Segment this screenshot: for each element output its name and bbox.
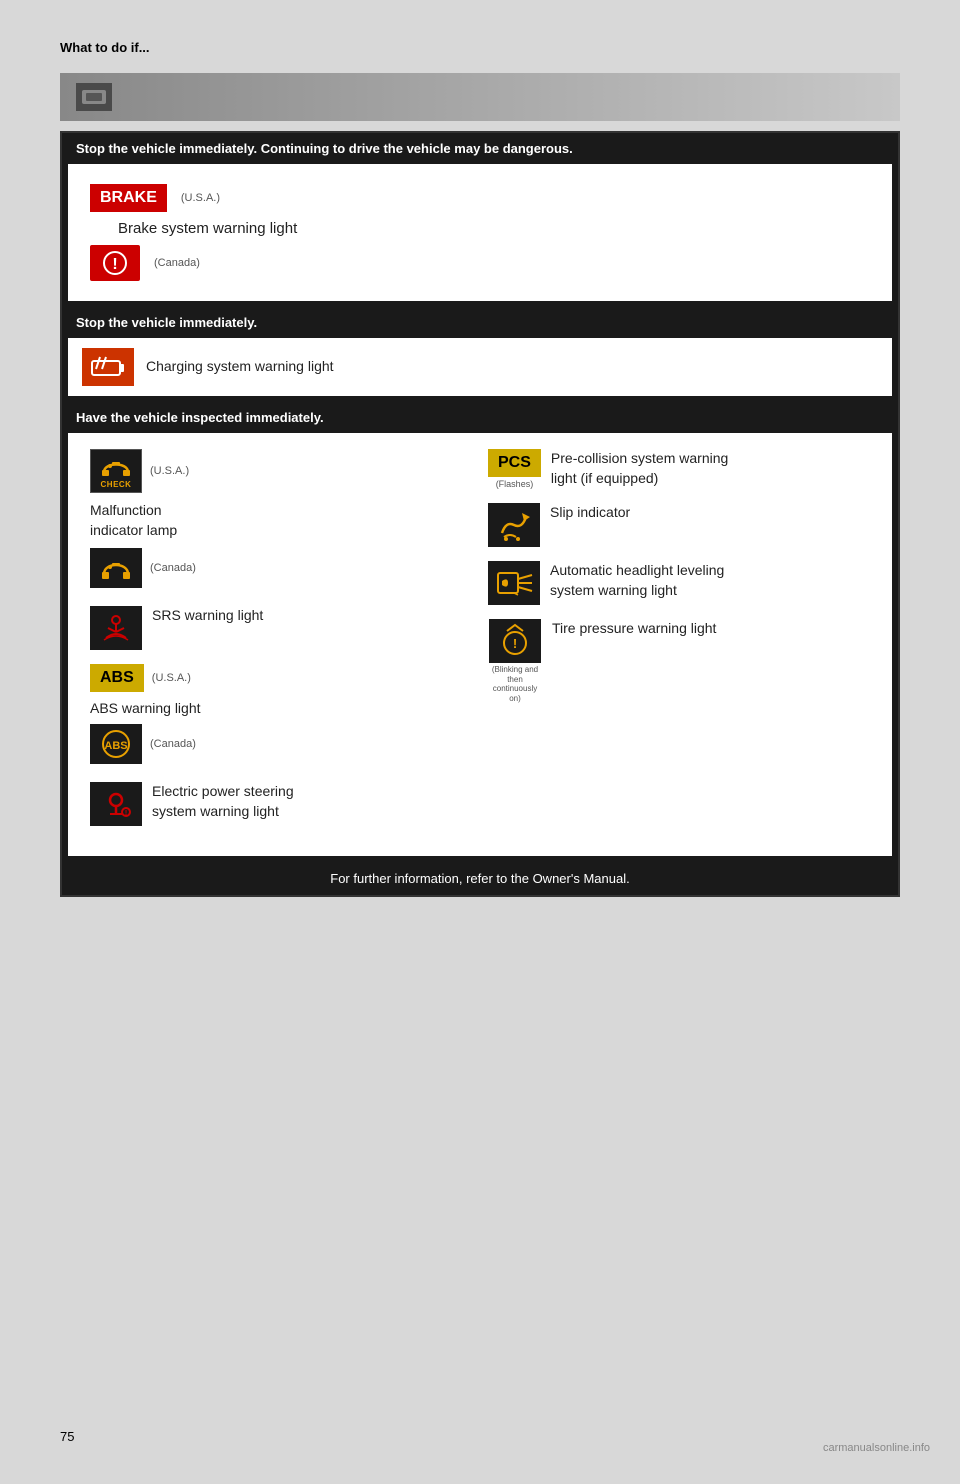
abs-icon-canada: ABS bbox=[90, 724, 142, 764]
headlight-item: Automatic headlight leveling system warn… bbox=[488, 561, 870, 605]
svg-text:!: ! bbox=[112, 256, 117, 273]
check-engine-canada-icon bbox=[90, 548, 142, 588]
slip-text: Slip indicator bbox=[550, 503, 630, 523]
cat1-content: BRAKE (U.S.A.) Brake system warning ligh… bbox=[68, 164, 892, 301]
charging-text: Charging system warning light bbox=[146, 357, 334, 377]
canada-label: (Canada) bbox=[154, 257, 200, 269]
eps-item: ! Electric power steering system warning… bbox=[90, 782, 472, 826]
malfunction-text: Malfunction indicator lamp bbox=[90, 501, 196, 540]
page-number: 75 bbox=[60, 1429, 74, 1444]
cat2-content: Charging system warning light bbox=[68, 338, 892, 396]
abs-icon-usa: ABS bbox=[90, 664, 144, 692]
malfunction-canada-label: (Canada) bbox=[150, 562, 196, 574]
right-col: PCS (Flashes) Pre-collision system warni… bbox=[480, 445, 878, 844]
abs-canada-label: (Canada) bbox=[150, 738, 196, 750]
pcs-sublabel: (Flashes) bbox=[496, 479, 534, 489]
brake-text: Brake system warning light bbox=[118, 220, 872, 237]
tire-text: Tire pressure warning light bbox=[552, 619, 716, 639]
srs-item: SRS warning light bbox=[90, 606, 472, 650]
srs-icon bbox=[90, 606, 142, 650]
slip-icon bbox=[488, 503, 540, 547]
brake-row-canada: ! (Canada) bbox=[88, 243, 872, 283]
pcs-icon: PCS bbox=[488, 449, 541, 477]
tire-icon: ! bbox=[489, 619, 541, 663]
pcs-text: Pre-collision system warning light (if e… bbox=[551, 449, 728, 488]
headlight-icon bbox=[488, 561, 540, 605]
abs-text: ABS warning light bbox=[90, 700, 201, 716]
check-engine-usa-icon: CHECK bbox=[90, 449, 142, 493]
cat2-header: Stop the vehicle immediately. bbox=[62, 307, 898, 338]
left-col: CHECK (U.S.A.) Malfunction indicator lam… bbox=[82, 445, 480, 844]
section-title-bar bbox=[60, 73, 900, 121]
cat1-header: Stop the vehicle immediately. Continuing… bbox=[62, 133, 898, 164]
pcs-item: PCS (Flashes) Pre-collision system warni… bbox=[488, 449, 870, 489]
brake-section: BRAKE (U.S.A.) Brake system warning ligh… bbox=[82, 174, 878, 291]
tire-item: ! (Blinking and then continuously on) Ti… bbox=[488, 619, 870, 703]
section-title-icon bbox=[76, 83, 112, 111]
brake-icon-usa: BRAKE bbox=[88, 182, 169, 214]
two-col-grid: CHECK (U.S.A.) Malfunction indicator lam… bbox=[82, 445, 878, 844]
eps-text: Electric power steering system warning l… bbox=[152, 782, 294, 821]
abs-usa-label: (U.S.A.) bbox=[152, 672, 191, 684]
abs-item: ABS (U.S.A.) ABS warning light ABS bbox=[90, 664, 472, 768]
malfunction-usa-label: (U.S.A.) bbox=[150, 465, 189, 477]
usa-label: (U.S.A.) bbox=[181, 192, 220, 204]
brake-icon-canada: ! bbox=[88, 243, 142, 283]
slip-item: Slip indicator bbox=[488, 503, 870, 547]
svg-text:ABS: ABS bbox=[104, 740, 127, 752]
main-warning-box: Stop the vehicle immediately. Continuing… bbox=[60, 131, 900, 897]
headlight-text: Automatic headlight leveling system warn… bbox=[550, 561, 724, 600]
cat3-header: Have the vehicle inspected immediately. bbox=[62, 402, 898, 433]
eps-icon: ! bbox=[90, 782, 142, 826]
page-header: What to do if... bbox=[60, 40, 900, 55]
srs-text: SRS warning light bbox=[152, 606, 263, 626]
malfunction-item: CHECK (U.S.A.) Malfunction indicator lam… bbox=[90, 449, 472, 592]
brake-row-usa: BRAKE (U.S.A.) bbox=[88, 182, 872, 214]
footer-bar: For further information, refer to the Ow… bbox=[62, 862, 898, 895]
svg-text:!: ! bbox=[125, 810, 127, 817]
tire-sublabel: (Blinking and then continuously on) bbox=[488, 665, 542, 703]
charging-icon bbox=[82, 348, 134, 386]
svg-text:!: ! bbox=[513, 636, 517, 651]
cat3-content: CHECK (U.S.A.) Malfunction indicator lam… bbox=[68, 433, 892, 856]
watermark-text: carmanualsonline.info bbox=[823, 1442, 930, 1454]
